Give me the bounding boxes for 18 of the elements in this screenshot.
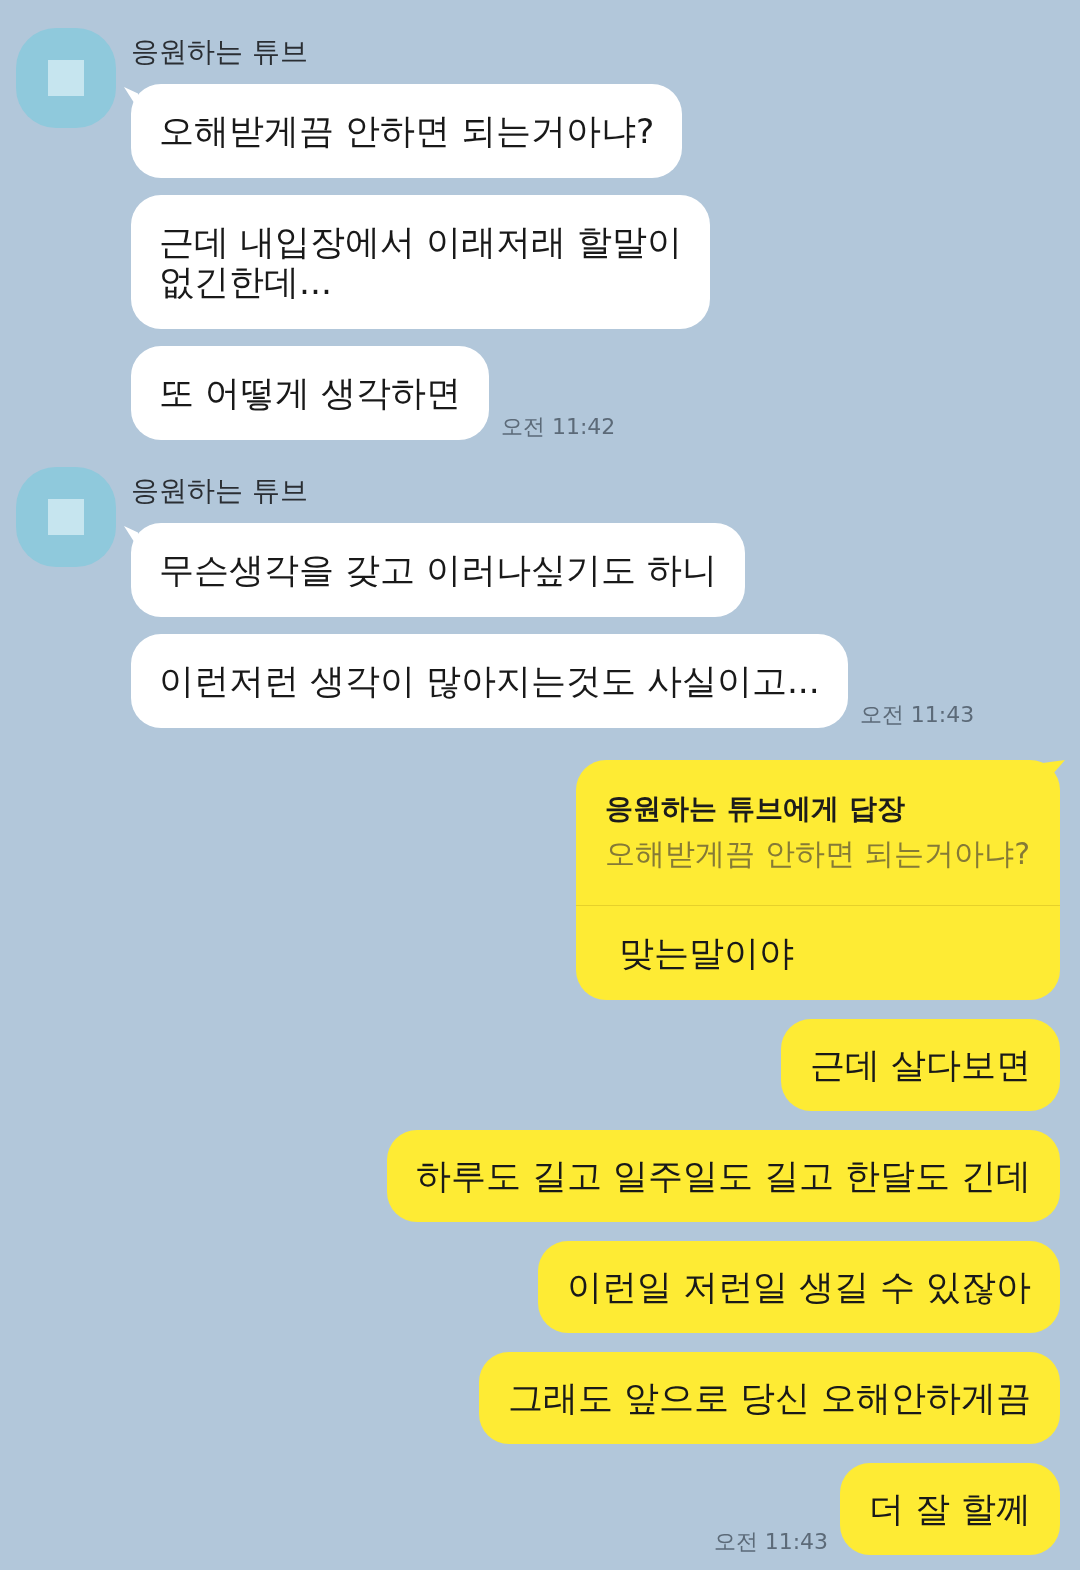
message-text: 맞는말이야 xyxy=(618,932,796,975)
timestamp: 오전 11:43 xyxy=(713,1529,829,1555)
message-bubble: 이런일 저런일 생길 수 있잖아 xyxy=(538,1241,1060,1333)
message-bubble: 근데 내입장에서 이래저래 할말이 없긴한데... xyxy=(131,195,710,329)
message-bubble: 근데 살다보면 xyxy=(781,1019,1060,1111)
message-bubble: 그래도 앞으로 당신 오해안하게끔 xyxy=(479,1352,1060,1444)
message-bubble: 하루도 길고 일주일도 길고 한달도 긴데 xyxy=(387,1130,1060,1222)
message-bubble: 더 잘 할께 xyxy=(840,1463,1060,1555)
sender-name: 응원하는 튜브 xyxy=(131,473,308,508)
quoted-text[interactable]: 오해받게끔 안하면 되는거아냐? xyxy=(605,834,1030,874)
avatar-icon[interactable] xyxy=(16,28,116,128)
message-bubble: 또 어떻게 생각하면 xyxy=(131,346,489,440)
timestamp: 오전 11:42 xyxy=(500,414,616,440)
avatar-icon[interactable] xyxy=(16,467,116,567)
message-bubble: 이런저런 생각이 많아지는것도 사실이고... xyxy=(131,634,848,728)
sender-name: 응원하는 튜브 xyxy=(131,34,308,69)
reply-label: 응원하는 튜브에게 답장 xyxy=(605,791,906,827)
timestamp: 오전 11:43 xyxy=(859,702,975,728)
